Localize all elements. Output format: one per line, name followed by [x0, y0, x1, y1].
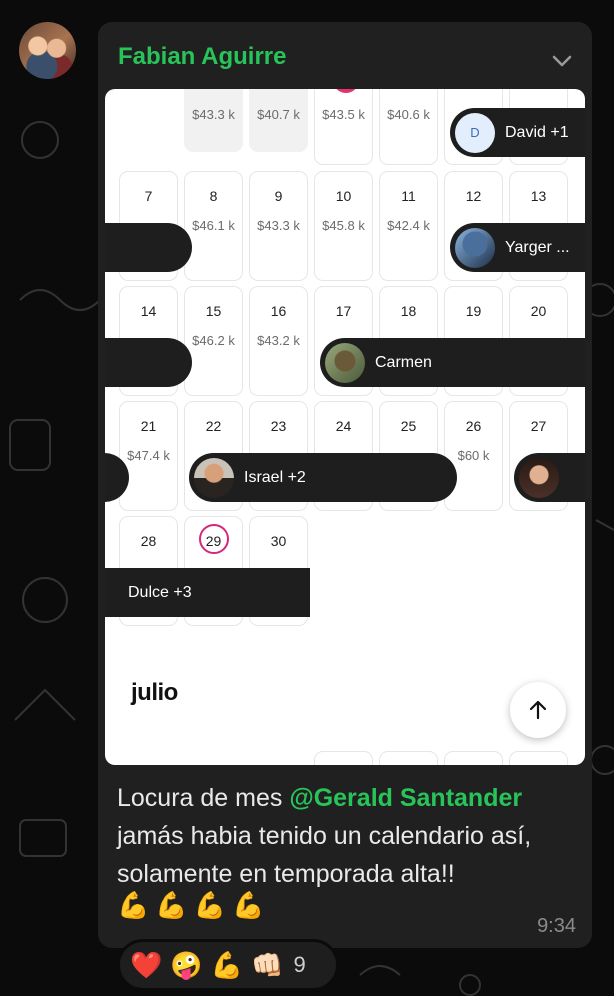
calendar-day-cell: 9 $43.3 k [249, 171, 308, 281]
flexed-biceps-emoji: 💪 [155, 890, 188, 920]
booking-pill-dulce: Dulce +3 [105, 568, 310, 617]
calendar-day-cell [444, 751, 503, 765]
caption-text: jamás habia tenido un calendario así, so… [117, 822, 532, 888]
calendar-screenshot-image[interactable]: $43.3 k $40.7 k $43.5 k $40.6 k 7 8 $46.1… [105, 89, 585, 765]
guest-avatar [519, 457, 559, 498]
flexed-biceps-reaction-icon: 💪 [210, 950, 244, 980]
day-number: 10 [335, 188, 352, 204]
day-price: $60 k [457, 448, 490, 463]
message-caption: Locura de mes @Gerald Santander jamás ha… [117, 779, 577, 893]
day-number: 16 [270, 303, 287, 319]
message-bubble[interactable]: Fabian Aguirre $43.3 k $40.7 k $43.5 k $… [98, 22, 592, 948]
calendar-day-cell: 21 $47.4 k [119, 401, 178, 511]
guest-avatar [455, 227, 495, 268]
caption-emojis: 💪 💪 💪 💪 [117, 892, 265, 918]
booking-pill-david: D David +1 [450, 108, 585, 157]
booking-label: Dulce +3 [128, 583, 192, 601]
calendar-day-cell: $40.6 k [379, 89, 438, 165]
day-number: 15 [205, 303, 222, 319]
month-heading: julio [131, 679, 178, 706]
day-number: 14 [140, 303, 157, 319]
day-number: 17 [335, 303, 352, 319]
chevron-down-icon[interactable] [550, 49, 574, 73]
day-number: 18 [400, 303, 417, 319]
calendar-day-cell: 15 $46.2 k [184, 286, 243, 396]
calendar-day-cell: 11 $42.4 k [379, 171, 438, 281]
heart-reaction-icon: ❤️ [130, 950, 163, 980]
day-number: 20 [530, 303, 547, 319]
booking-label: Carmen [375, 353, 432, 371]
calendar-day-cell: 26 $60 k [444, 401, 503, 511]
calendar-day-cell: $43.3 k [184, 89, 243, 152]
day-number: 30 [270, 533, 287, 549]
reaction-count: 9 [293, 952, 306, 977]
booking-pill-yarger: Yarger ... [450, 223, 585, 272]
calendar-day-cell [314, 751, 373, 765]
reactions-bar[interactable]: ❤️ 🤪 💪 👊🏻 9 [117, 939, 339, 991]
message-timestamp: 9:34 [537, 915, 576, 937]
day-number: 25 [400, 418, 417, 434]
flexed-biceps-emoji: 💪 [193, 890, 227, 920]
day-number: 19 [465, 303, 482, 319]
day-number: 24 [335, 418, 352, 434]
day-number: 13 [530, 188, 547, 204]
guest-avatar [194, 457, 234, 498]
day-number: 23 [270, 418, 287, 434]
user-mention-link[interactable]: @Gerald Santander [289, 784, 522, 812]
calendar-day-cell: 10 $45.8 k [314, 171, 373, 281]
day-price: $40.6 k [387, 107, 430, 122]
calendar-day-cell: $43.5 k [314, 89, 373, 165]
calendar-day-cell [379, 751, 438, 765]
day-price: $43.3 k [192, 107, 235, 122]
day-price: $46.1 k [192, 218, 235, 233]
fist-reaction-icon: 👊🏻 [251, 950, 284, 980]
day-price: $47.4 k [127, 448, 170, 463]
booking-label: David +1 [505, 123, 569, 141]
day-price: $40.7 k [257, 107, 300, 122]
day-number: 7 [144, 188, 153, 204]
booking-pill-carmen: Carmen [320, 338, 585, 387]
arrow-up-icon [529, 700, 547, 720]
booking-label: Israel +2 [244, 468, 306, 486]
day-price: $43.5 k [322, 107, 365, 122]
scroll-up-button [510, 682, 566, 738]
day-number: 21 [140, 418, 157, 434]
day-price: $43.3 k [257, 218, 300, 233]
day-number: 27 [530, 418, 547, 434]
booking-pill-left [105, 223, 192, 272]
day-number: 29 [205, 533, 222, 549]
booking-pill-left [105, 338, 192, 387]
guest-avatar: D [455, 112, 495, 153]
booking-pill-right [514, 453, 585, 502]
caption-text: Locura de mes [117, 784, 290, 812]
day-number: 28 [140, 533, 157, 549]
guest-avatar [325, 342, 365, 383]
day-number: 8 [209, 188, 218, 204]
day-price: $45.8 k [322, 218, 365, 233]
calendar-day-cell: 16 $43.2 k [249, 286, 308, 396]
booking-label: Yarger ... [505, 238, 570, 256]
day-number: 26 [465, 418, 482, 434]
day-number: 12 [465, 188, 482, 204]
day-number: 11 [401, 188, 416, 204]
day-price: $42.4 k [387, 218, 430, 233]
flexed-biceps-emoji: 💪 [117, 890, 150, 920]
zany-face-reaction-icon: 🤪 [170, 950, 203, 980]
booking-pill-israel: Israel +2 [189, 453, 457, 502]
sender-avatar[interactable] [19, 22, 76, 79]
day-price: $46.2 k [192, 333, 235, 348]
calendar-day-cell: 8 $46.1 k [184, 171, 243, 281]
flexed-biceps-emoji: 💪 [232, 890, 265, 920]
calendar-day-cell: $40.7 k [249, 89, 308, 152]
sender-name[interactable]: Fabian Aguirre [118, 43, 286, 71]
day-number: 22 [205, 418, 222, 434]
day-price: $43.2 k [257, 333, 300, 348]
day-number: 9 [274, 188, 283, 204]
calendar-day-cell [509, 751, 568, 765]
